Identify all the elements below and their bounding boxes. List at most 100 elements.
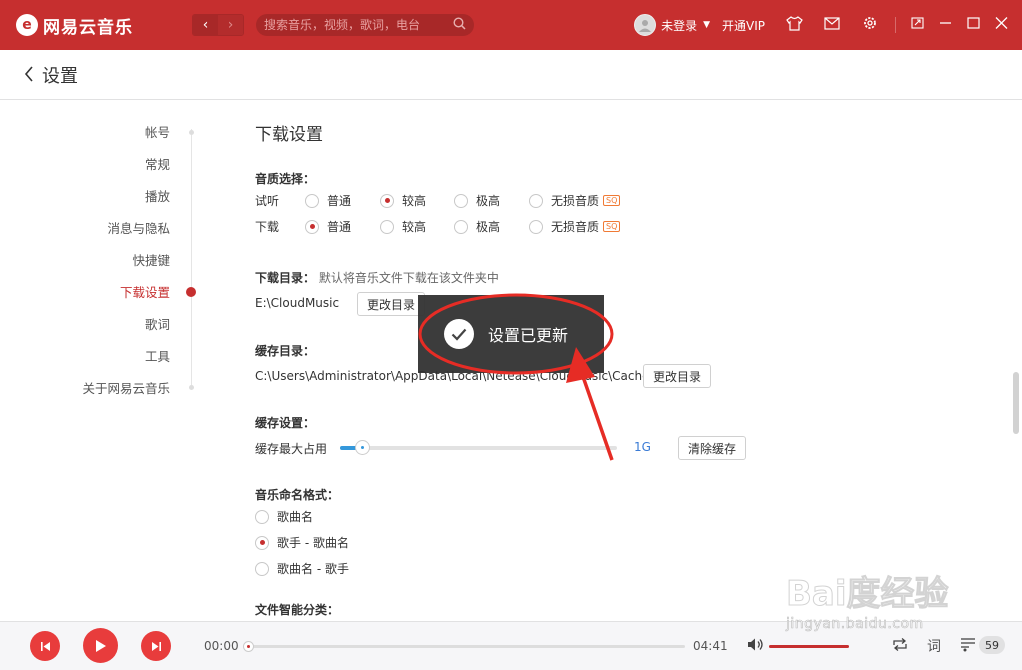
sidebar-item-tools[interactable]: 工具: [145, 346, 170, 366]
download-dir-path: E:\CloudMusic: [255, 296, 340, 310]
quality-option[interactable]: 普通: [305, 218, 351, 235]
quality-option[interactable]: 普通: [305, 192, 351, 209]
radio-selected[interactable]: [255, 535, 269, 550]
lyrics-button[interactable]: 词: [927, 636, 941, 656]
naming-format-label: 音乐命名格式：: [255, 488, 340, 502]
playlist-icon[interactable]: [960, 637, 977, 656]
settings-main: 下载设置 音质选择： 试听 普通 较高 极高 无损音质 SQ 下载 普通 较高 极…: [255, 101, 995, 621]
progress-handle[interactable]: [243, 641, 254, 652]
sidebar-item-shortcuts[interactable]: 快捷键: [132, 250, 170, 270]
avatar[interactable]: [634, 14, 657, 36]
radio[interactable]: [380, 219, 394, 234]
total-time: 04:41: [693, 639, 728, 653]
settings-sidebar: 帐号 常规 播放 消息与隐私 快捷键 下载设置 歌词 工具 关于网易云音乐: [0, 101, 200, 621]
app-logo[interactable]: e 网易云音乐: [16, 13, 192, 38]
next-track-button[interactable]: [141, 631, 171, 661]
radio-selected[interactable]: [380, 193, 394, 208]
sidebar-dot: [189, 130, 194, 135]
clear-cache-button[interactable]: 清除缓存: [678, 436, 747, 460]
open-vip-link[interactable]: 开通VIP: [722, 17, 765, 34]
cache-size-slider[interactable]: [340, 440, 617, 455]
sidebar-timeline-line: [191, 129, 192, 387]
radio-selected[interactable]: [305, 219, 319, 234]
forward-nav-button[interactable]: ›: [218, 15, 243, 35]
maximize-icon[interactable]: [966, 17, 980, 33]
user-icon: [639, 20, 652, 32]
sidebar-item-playback[interactable]: 播放: [145, 186, 170, 206]
change-download-dir-button[interactable]: 更改目录: [357, 292, 426, 316]
sidebar-item-lyrics[interactable]: 歌词: [145, 314, 170, 334]
repeat-icon[interactable]: [891, 637, 909, 656]
scrollbar[interactable]: [1013, 372, 1019, 434]
volume-slider[interactable]: [769, 645, 849, 648]
gear-icon[interactable]: [861, 15, 879, 35]
quality-option[interactable]: 极高: [454, 192, 500, 209]
quality-option[interactable]: 无损音质 SQ: [529, 218, 621, 235]
radio[interactable]: [454, 219, 468, 234]
radio[interactable]: [529, 219, 543, 234]
smart-folder-label: 文件智能分类：: [255, 603, 340, 617]
netease-logo-icon: e: [16, 14, 38, 36]
playback-progress[interactable]: [243, 641, 685, 652]
download-dir-label: 下载目录：: [255, 271, 316, 285]
sidebar-item-privacy[interactable]: 消息与隐私: [107, 218, 170, 238]
search-icon[interactable]: [453, 16, 466, 34]
naming-option[interactable]: 歌手 - 歌曲名: [255, 534, 349, 551]
sidebar-item-download[interactable]: 下载设置: [120, 282, 170, 302]
play-icon: [96, 639, 106, 652]
change-cache-dir-button[interactable]: 更改目录: [643, 364, 712, 388]
sidebar-item-general[interactable]: 常规: [145, 154, 170, 174]
history-nav: ‹ ›: [192, 14, 244, 36]
sq-badge: SQ: [603, 221, 621, 232]
section-title: 下载设置: [255, 125, 323, 145]
radio[interactable]: [255, 561, 269, 576]
back-arrow-icon[interactable]: [24, 63, 34, 87]
titlebar-divider: [895, 17, 896, 33]
app-name: 网易云音乐: [43, 17, 133, 38]
download-dir-hint: 默认将音乐文件下载在该文件夹中: [318, 271, 499, 285]
cache-size-value: 1G: [634, 440, 651, 454]
cache-dir-label: 缓存目录：: [255, 344, 316, 358]
sidebar-active-dot: [186, 287, 196, 297]
naming-option[interactable]: 歌曲名: [255, 508, 313, 525]
radio[interactable]: [454, 193, 468, 208]
volume-icon[interactable]: [747, 637, 764, 656]
quality-option[interactable]: 极高: [454, 218, 500, 235]
cache-settings-label: 缓存设置：: [255, 416, 316, 430]
page-title: 设置: [42, 65, 78, 87]
radio[interactable]: [529, 193, 543, 208]
sq-badge: SQ: [603, 195, 621, 206]
playlist-count-badge[interactable]: 59: [979, 636, 1005, 654]
player-bar: 00:00 04:41 词 59: [0, 621, 1022, 670]
quality-row-label: 下载: [255, 220, 280, 234]
naming-option[interactable]: 歌曲名 - 歌手: [255, 560, 349, 577]
current-time: 00:00: [204, 639, 239, 653]
search-box[interactable]: [256, 14, 474, 36]
login-link[interactable]: 未登录: [661, 17, 697, 34]
radio[interactable]: [255, 509, 269, 524]
sidebar-item-account[interactable]: 帐号: [145, 122, 170, 142]
minimize-icon[interactable]: [938, 17, 952, 33]
close-icon[interactable]: [994, 17, 1008, 33]
settings-header: 设置: [0, 50, 1022, 100]
mini-mode-icon[interactable]: [910, 17, 924, 33]
toast-message: 设置已更新: [488, 326, 569, 345]
chevron-down-icon[interactable]: ▼: [703, 20, 710, 30]
back-nav-button[interactable]: ‹: [193, 15, 218, 35]
previous-track-button[interactable]: [30, 631, 60, 661]
skin-icon[interactable]: [785, 15, 803, 35]
quality-option[interactable]: 无损音质 SQ: [529, 192, 621, 209]
quality-option[interactable]: 较高: [380, 218, 426, 235]
sidebar-dot: [189, 385, 194, 390]
radio[interactable]: [305, 193, 319, 208]
play-button[interactable]: [83, 628, 118, 663]
title-bar: e 网易云音乐 ‹ › 未登录 ▼ 开通VIP: [0, 0, 1022, 50]
search-input[interactable]: [264, 18, 453, 32]
next-icon: [151, 641, 161, 651]
mail-icon[interactable]: [823, 16, 841, 34]
settings-updated-toast: 设置已更新: [418, 295, 604, 373]
check-icon: [444, 319, 474, 349]
quality-option[interactable]: 较高: [380, 192, 426, 209]
sidebar-item-about[interactable]: 关于网易云音乐: [82, 378, 170, 398]
cache-slider-handle[interactable]: [355, 440, 370, 455]
